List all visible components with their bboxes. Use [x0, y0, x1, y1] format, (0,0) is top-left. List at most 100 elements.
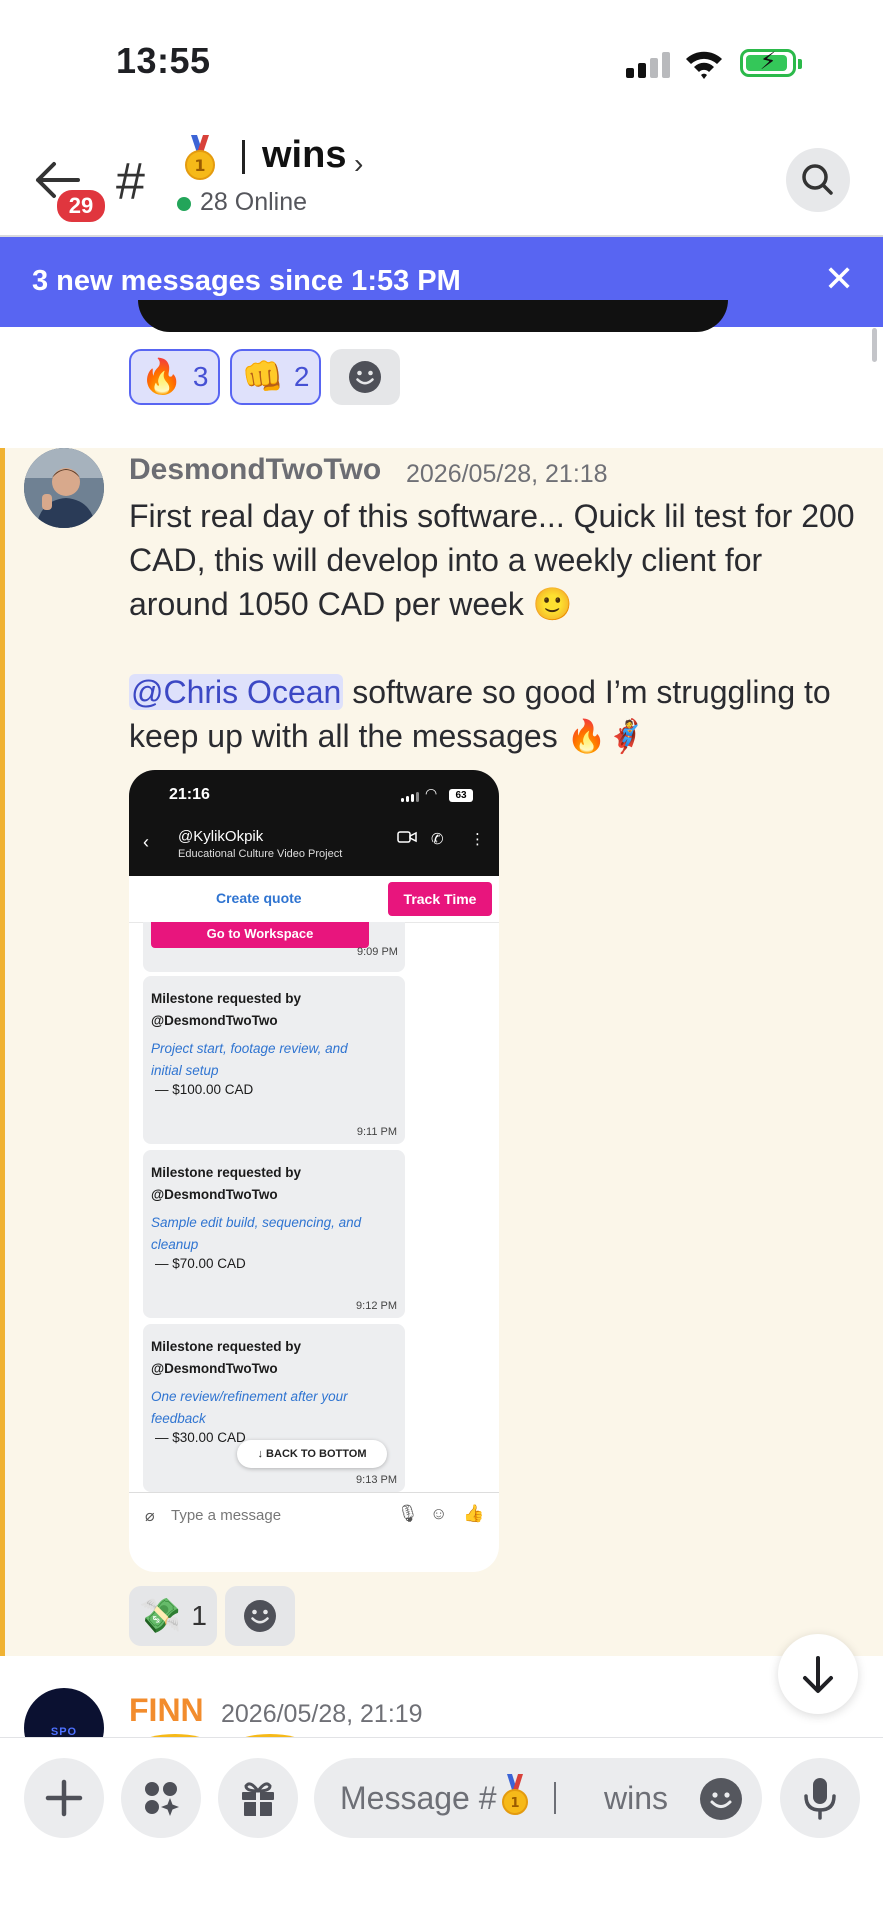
reaction-count: 3 — [192, 361, 209, 392]
milestone-title: Milestone requested by @DesmondTwoTwo — [151, 991, 302, 1028]
text-channel-hash-icon: # — [116, 153, 145, 211]
attachment-input-placeholder: Type a message — [171, 1507, 282, 1524]
milestone-time: 9:13 PM — [356, 1474, 397, 1486]
status-time: 13:55 — [116, 40, 211, 81]
message-timestamp: 2026/05/28, 21:19 — [221, 1700, 423, 1728]
attachment-wifi-icon: ◠ — [425, 785, 438, 801]
mention-highlight-stripe — [0, 448, 5, 1656]
gift-icon — [242, 1782, 274, 1816]
attachment-back-to-bottom: ↓ BACK TO BOTTOM — [237, 1440, 387, 1468]
attachment-emoji-icon: ☺ — [430, 1504, 448, 1523]
add-reaction-button[interactable] — [225, 1586, 295, 1646]
user-photo-icon — [24, 448, 104, 528]
milestone-description: One review/refinement after your feedbac… — [151, 1389, 348, 1426]
message-body: First real day of this software... Quick… — [129, 494, 859, 758]
milestone-time: 9:11 PM — [356, 1126, 397, 1138]
online-status-dot — [177, 197, 191, 211]
milestone-title: Milestone requested by @DesmondTwoTwo — [151, 1339, 302, 1376]
previous-image-attachment[interactable] — [138, 300, 728, 332]
message-input-placeholder: Message # — [340, 1780, 497, 1816]
attachment-input-divider — [129, 1492, 499, 1493]
wifi-icon — [686, 51, 722, 79]
image-attachment[interactable]: 21:16 ◠ 63 ‹ @KylikOkpik Educational Cul… — [129, 770, 499, 1572]
message-input[interactable]: Message # 1 wins — [314, 1758, 762, 1838]
attachment-project-name: Educational Culture Video Project — [178, 848, 343, 860]
milestone-title: Milestone requested by @DesmondTwoTwo — [151, 1165, 302, 1202]
reaction-count: 2 — [293, 361, 310, 392]
svg-text:1: 1 — [194, 156, 205, 175]
gift-button[interactable] — [218, 1758, 298, 1838]
attachment-battery-icon: 63 — [449, 789, 473, 802]
money-with-wings-emoji-icon: 💸 — [139, 1597, 182, 1635]
search-button[interactable] — [786, 148, 850, 212]
message-paragraph: First real day of this software... Quick… — [129, 498, 855, 622]
attachment-signal-icon — [401, 792, 419, 802]
close-icon[interactable]: ✕ — [824, 259, 854, 299]
milestone-card: Milestone requested by @DesmondTwoTwo Sa… — [143, 1150, 405, 1318]
apps-button[interactable] — [121, 1758, 201, 1838]
message-author[interactable]: DesmondTwoTwo — [129, 453, 381, 487]
milestone-amount: — $100.00 CAD — [155, 1082, 254, 1097]
avatar[interactable] — [24, 448, 104, 528]
attachment-phone-icon: ✆ — [431, 831, 444, 848]
fist-emoji-icon: 👊 — [241, 358, 284, 396]
title-separator — [242, 140, 245, 174]
attachment-create-quote: Create quote — [216, 890, 302, 906]
search-icon — [802, 164, 833, 195]
message-timestamp: 2026/05/28, 21:18 — [406, 460, 608, 488]
attachment-thumbs-up-icon: 👍 — [463, 1504, 485, 1523]
attachment-message-time: 9:09 PM — [357, 946, 398, 958]
message-input-channel: wins — [604, 1780, 669, 1816]
user-mention[interactable]: @Chris Ocean — [129, 674, 344, 710]
svg-text:1: 1 — [510, 1796, 519, 1811]
reaction-count: 1 — [191, 1600, 207, 1631]
battery-charging-icon: ⚡ — [740, 48, 802, 77]
attachment-back-icon: ‹ — [143, 832, 149, 852]
jump-to-present-button[interactable] — [778, 1634, 858, 1714]
attachment-more-icon: ⋮ — [470, 831, 485, 848]
message-composer: Message # 1 wins — [0, 1737, 883, 1921]
add-reaction-button[interactable] — [330, 349, 400, 405]
milestone-time: 9:12 PM — [356, 1300, 397, 1312]
attachment-mic-icon: 🎙 — [397, 1504, 419, 1523]
reaction-punch[interactable]: 👊 2 — [230, 349, 321, 405]
add-reaction-smiley-icon — [244, 1600, 276, 1632]
milestone-amount: — $30.00 CAD — [155, 1430, 246, 1445]
cellular-signal-icon — [626, 52, 670, 78]
fire-emoji-icon: 🔥 — [140, 358, 183, 396]
attach-button[interactable] — [24, 1758, 104, 1838]
milestone-amount: — $70.00 CAD — [155, 1256, 246, 1271]
voice-message-button[interactable] — [780, 1758, 860, 1838]
first-place-medal-icon: 1 — [185, 135, 215, 180]
milestone-description: Project start, footage review, and initi… — [151, 1041, 348, 1078]
attachment-tabs: Create quote Track Time — [129, 876, 499, 923]
reaction-money[interactable]: 💸 1 — [129, 1586, 217, 1646]
scrollbar[interactable] — [872, 328, 877, 362]
attachment-video-icon — [397, 830, 417, 848]
placeholder-separator — [554, 1782, 556, 1814]
add-reaction-smiley-icon — [349, 361, 381, 393]
microphone-icon — [804, 1778, 836, 1820]
milestone-description: Sample edit build, sequencing, and clean… — [151, 1215, 362, 1252]
new-messages-text: 3 new messages since 1:53 PM — [32, 265, 461, 297]
emoji-picker-button[interactable] — [700, 1778, 742, 1820]
unread-count-badge: 29 — [54, 187, 108, 225]
arrow-down-icon — [803, 1656, 833, 1693]
message-paragraph: @Chris Ocean software so good I’m strugg… — [129, 670, 859, 758]
message-author[interactable]: FINN — [129, 1692, 204, 1729]
attachment-status-time: 21:16 — [169, 786, 210, 803]
attachment-paperclip-icon: ⌀ — [145, 1508, 155, 1525]
plus-icon — [45, 1779, 83, 1817]
milestone-card: Milestone requested by @DesmondTwoTwo Pr… — [143, 976, 405, 1144]
attachment-track-time: Track Time — [388, 882, 492, 916]
first-place-medal-icon: 1 — [502, 1774, 528, 1815]
apps-icon — [145, 1782, 179, 1816]
channel-title[interactable]: wins — [262, 134, 346, 177]
online-count: 28 Online — [200, 188, 308, 216]
attachment-go-to-workspace: Go to Workspace — [151, 922, 369, 948]
attachment-app-header: 21:16 ◠ 63 ‹ @KylikOkpik Educational Cul… — [129, 770, 499, 876]
smiley-icon — [710, 1792, 732, 1808]
chevron-right-icon[interactable]: › — [354, 148, 363, 180]
reaction-fire[interactable]: 🔥 3 — [129, 349, 220, 405]
attachment-contact-name: @KylikOkpik — [178, 828, 264, 845]
